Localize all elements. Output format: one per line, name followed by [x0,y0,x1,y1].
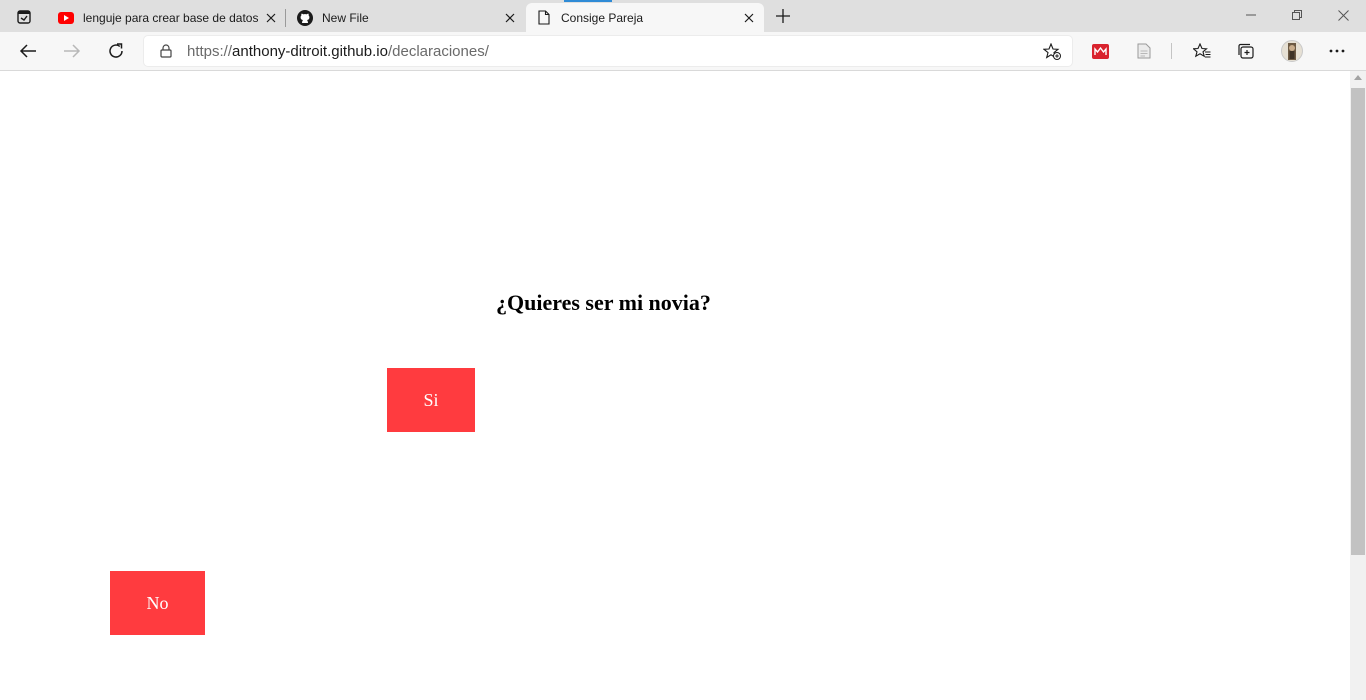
tab-separator [285,9,286,27]
close-window-button[interactable] [1320,0,1366,30]
tab-github[interactable]: New File [287,3,525,32]
refresh-icon [109,43,123,58]
document-icon [1137,43,1151,59]
more-options-icon [1329,49,1345,53]
url-scheme: https:// [187,43,233,60]
tab-consige-pareja[interactable]: Consige Pareja [526,0,764,32]
favorites-button[interactable] [1190,40,1214,62]
close-icon [1337,9,1349,21]
tab-title: New File [322,10,369,25]
browser-toolbar: https://anthony-ditroit.github.io/declar… [0,32,1366,71]
tab-load-indicator [564,0,612,2]
github-icon [297,9,313,26]
page-viewport: ¿Quieres ser mi novia? Si No [0,71,1350,700]
yes-button[interactable]: Si [387,368,475,432]
url-path: /declaraciones/ [387,43,489,60]
restore-icon [1292,10,1302,20]
address-bar[interactable]: https://anthony-ditroit.github.io/declar… [144,36,1072,66]
tab-title: Consige Pareja [561,10,644,25]
tab-close-icon[interactable] [501,9,519,27]
favorites-star-icon [1193,43,1211,58]
arrow-left-icon [19,44,36,58]
scrollbar-thumb[interactable] [1351,88,1365,555]
extension-icon [1091,43,1109,59]
tab-youtube[interactable]: lenguje para crear base de datos [48,3,286,32]
no-button[interactable]: No [110,571,205,635]
toolbar-divider [1171,43,1172,59]
tab-close-icon[interactable] [740,9,758,27]
back-button[interactable] [12,36,44,66]
plus-icon [776,9,790,23]
tab-close-icon[interactable] [262,9,280,27]
profile-button[interactable] [1280,40,1304,62]
tab-actions-button[interactable] [10,6,38,28]
forward-button[interactable] [56,36,88,66]
collections-button[interactable] [1234,40,1258,62]
tab-strip: lenguje para crear base de datos New Fil… [0,0,1366,32]
question-heading: ¿Quieres ser mi novia? [496,290,711,315]
extension-button[interactable] [1088,40,1112,62]
collections-icon [1238,43,1254,59]
url-host: anthony-ditroit.github.io [232,43,388,60]
page-icon [536,10,552,26]
add-favorite-icon[interactable] [1042,42,1062,60]
vertical-scrollbar[interactable] [1350,71,1366,700]
avatar [1281,40,1303,62]
minimize-button[interactable] [1228,0,1274,30]
refresh-button[interactable] [100,36,132,66]
minimize-icon [1246,14,1256,16]
settings-menu-button[interactable] [1325,40,1349,62]
new-tab-button[interactable] [770,5,796,27]
scroll-up-arrow-icon[interactable] [1354,75,1362,80]
arrow-right-icon [64,44,81,58]
tab-title: lenguje para crear base de datos [83,10,258,25]
restore-button[interactable] [1274,0,1320,30]
lock-icon[interactable] [158,43,174,59]
youtube-icon [58,10,74,26]
url-text[interactable]: https://anthony-ditroit.github.io/declar… [187,43,489,60]
tab-actions-icon [17,10,31,24]
reading-view-button[interactable] [1132,40,1156,62]
